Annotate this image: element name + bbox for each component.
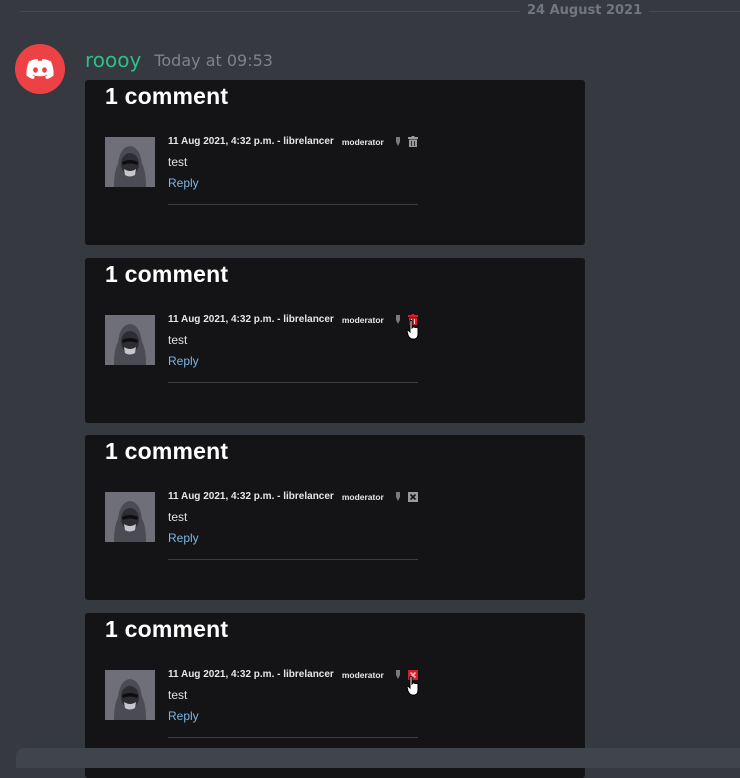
- moderator-badge: moderator: [341, 669, 384, 680]
- comment-count-title: 1 comment: [105, 83, 229, 109]
- comment-meta: 11 Aug 2021, 4:32 p.m. - librelancer mode…: [168, 314, 419, 340]
- comment-meta-text: 11 Aug 2021, 4:32 p.m. - librelancer: [168, 669, 334, 680]
- comment-separator: [168, 559, 418, 560]
- user-avatar[interactable]: [15, 44, 65, 94]
- commenter-avatar: [105, 137, 155, 187]
- delete-x-icon[interactable]: [407, 491, 418, 502]
- message-input-bar[interactable]: [16, 748, 740, 768]
- moderator-badge: moderator: [341, 136, 384, 147]
- pin-icon[interactable]: [395, 315, 401, 324]
- delete-x-icon[interactable]: [406, 669, 419, 695]
- message-header: roooy Today at 09:53: [85, 46, 273, 74]
- comment-card: 1 comment 11 Aug 2021, 4:32 p.m. - librel…: [85, 435, 585, 600]
- comment-meta-text: 11 Aug 2021, 4:32 p.m. - librelancer: [168, 314, 334, 325]
- comment-count-title: 1 comment: [105, 261, 229, 287]
- commenter-avatar: [105, 315, 155, 365]
- comment-card: 1 comment 11 Aug 2021, 4:32 p.m. - librel…: [85, 258, 585, 423]
- hand-cursor-icon: [406, 675, 420, 699]
- username[interactable]: roooy: [85, 48, 141, 72]
- discord-logo-icon: [26, 59, 54, 79]
- comment-body: test: [168, 333, 188, 347]
- commenter-avatar: [105, 492, 155, 542]
- reply-link[interactable]: Reply: [168, 531, 199, 545]
- commenter-avatar: [105, 670, 155, 720]
- reply-link[interactable]: Reply: [168, 709, 199, 723]
- comment-meta-text: 11 Aug 2021, 4:32 p.m. - librelancer: [168, 136, 334, 147]
- comment-body: test: [168, 688, 188, 702]
- trash-icon[interactable]: [407, 136, 418, 147]
- moderator-badge: moderator: [341, 314, 384, 325]
- pin-icon[interactable]: [395, 670, 401, 679]
- pin-icon[interactable]: [395, 492, 401, 501]
- comment-separator: [168, 737, 418, 738]
- comment-meta-text: 11 Aug 2021, 4:32 p.m. - librelancer: [168, 491, 334, 502]
- reply-link[interactable]: Reply: [168, 176, 199, 190]
- date-divider-label: 24 August 2021: [520, 3, 650, 18]
- comment-separator: [168, 204, 418, 205]
- comment-body: test: [168, 510, 188, 524]
- comment-meta: 11 Aug 2021, 4:32 p.m. - librelancer mode…: [168, 669, 419, 695]
- comment-meta: 11 Aug 2021, 4:32 p.m. - librelancer mode…: [168, 491, 418, 502]
- comment-count-title: 1 comment: [105, 438, 229, 464]
- hand-cursor-icon: [406, 320, 420, 343]
- comment-body: test: [168, 155, 188, 169]
- message-timestamp[interactable]: Today at 09:53: [154, 51, 273, 70]
- comment-separator: [168, 382, 418, 383]
- pin-icon[interactable]: [395, 137, 401, 146]
- trash-icon[interactable]: [406, 314, 419, 340]
- comment-meta: 11 Aug 2021, 4:32 p.m. - librelancer mode…: [168, 136, 418, 147]
- moderator-badge: moderator: [341, 491, 384, 502]
- reply-link[interactable]: Reply: [168, 354, 199, 368]
- comment-count-title: 1 comment: [105, 616, 229, 642]
- comment-card: 1 comment 11 Aug 2021, 4:32 p.m. - librel…: [85, 80, 585, 245]
